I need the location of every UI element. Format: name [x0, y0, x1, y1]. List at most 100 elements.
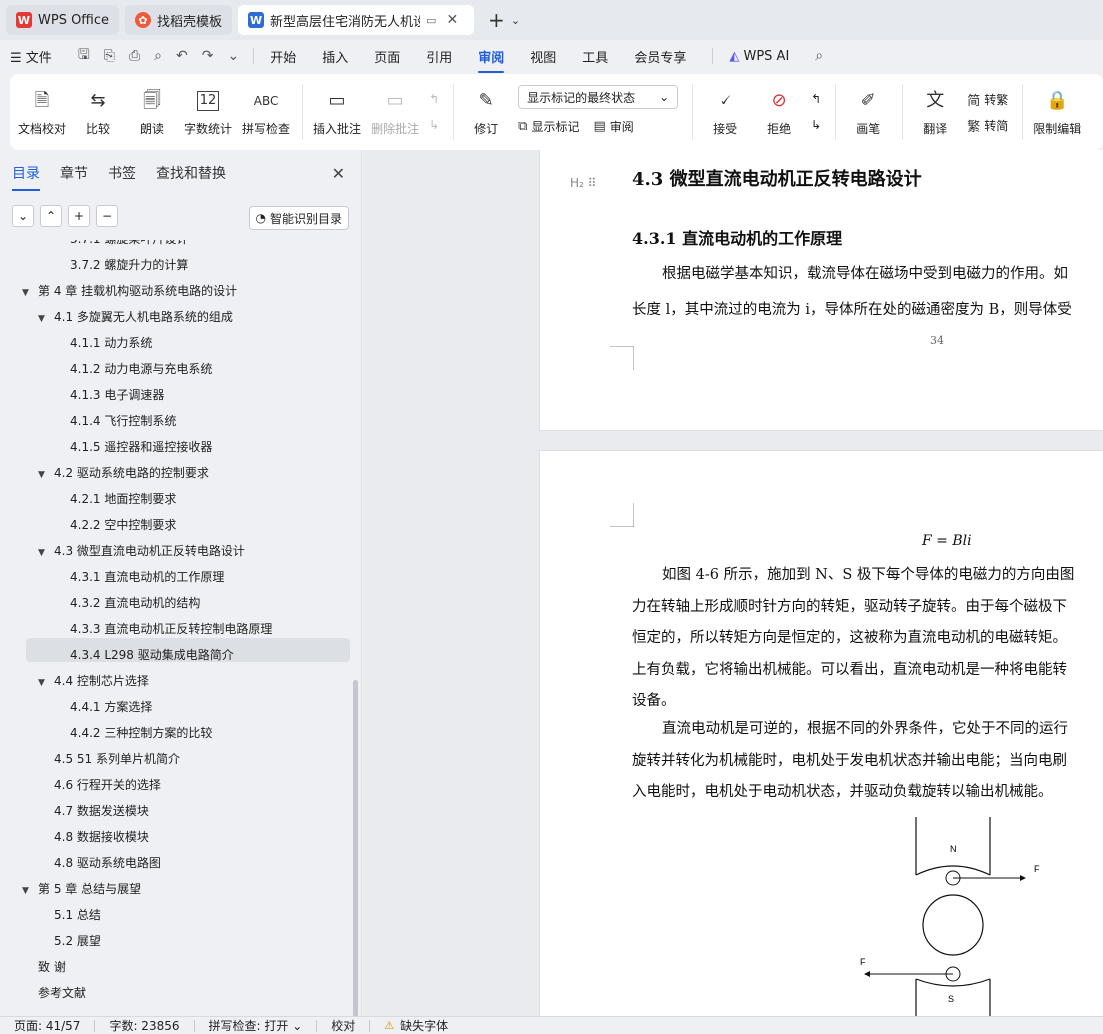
menu-page[interactable]: 页面: [374, 47, 400, 66]
chevron-down-icon[interactable]: ⌄: [511, 14, 520, 27]
toc-item[interactable]: 4.7 数据发送模块: [54, 800, 149, 822]
toc-item[interactable]: 4.3.1 直流电动机的工作原理: [70, 566, 224, 588]
toc-item[interactable]: 4.1.2 动力电源与充电系统: [70, 358, 212, 380]
wps-ai-button[interactable]: ◭ WPS AI: [729, 49, 789, 64]
prev-comment-icon[interactable]: ↰: [429, 86, 439, 112]
spell-check-status[interactable]: 拼写检查: 打开 ⌄: [209, 1017, 303, 1034]
reject-button[interactable]: ⊘ 拒绝: [757, 79, 801, 145]
toc-item[interactable]: 4.1.4 飞行控制系统: [70, 410, 176, 432]
missing-font-status[interactable]: ⚠ 缺失字体: [384, 1017, 448, 1034]
collapse-up-icon[interactable]: ⌃: [40, 205, 62, 227]
file-menu[interactable]: ☰ 文件: [10, 47, 52, 66]
menu-reference[interactable]: 引用: [426, 47, 452, 66]
toc-item[interactable]: 5.1 总结: [54, 904, 101, 926]
show-markup-button[interactable]: ⧉ 显示标记: [518, 113, 579, 139]
save-icon[interactable]: 🖫: [78, 44, 90, 68]
doc-check-button[interactable]: 🗎 文档校对: [18, 79, 66, 145]
menu-view[interactable]: 视图: [530, 47, 556, 66]
menu-member[interactable]: 会员专享: [634, 47, 686, 66]
tab-document[interactable]: W 新型高层住宅消防无人机设计 ▭ ✕: [238, 5, 475, 35]
toc-item[interactable]: ▼ 第 5 章 总结与展望: [22, 878, 141, 900]
page-indicator[interactable]: 页面: 41/57: [14, 1017, 80, 1034]
ink-button[interactable]: ✐ 画笔: [846, 79, 890, 145]
toc-item[interactable]: 4.2.2 空中控制要求: [70, 514, 176, 536]
menu-home[interactable]: 开始: [270, 47, 296, 66]
to-traditional-button[interactable]: 简转繁: [967, 86, 1008, 112]
spell-check-button[interactable]: ABC 拼写检查: [242, 79, 290, 145]
insert-comment-button[interactable]: ▭ 插入批注: [313, 79, 361, 145]
delete-comment-button[interactable]: ▭ 删除批注: [371, 79, 419, 145]
read-aloud-button[interactable]: 🗐 朗读: [130, 79, 174, 145]
revise-button[interactable]: ✎ 修订: [464, 79, 508, 145]
menu-insert[interactable]: 插入: [322, 47, 348, 66]
heading-level-icon[interactable]: H₂ ⠿: [570, 176, 596, 190]
export-icon[interactable]: ⎘: [104, 48, 115, 64]
toc-item[interactable]: 3.7.2 螺旋升力的计算: [70, 254, 188, 276]
proofread-status[interactable]: 校对: [331, 1017, 355, 1034]
toc-item[interactable]: 4.6 行程开关的选择: [54, 774, 161, 796]
toc-item[interactable]: 4.8 数据接收模块: [54, 826, 149, 848]
translate-button[interactable]: 文翻译: [913, 79, 957, 145]
add-icon[interactable]: +: [68, 205, 90, 227]
print-preview-icon[interactable]: ⌕: [154, 48, 162, 64]
remove-icon[interactable]: −: [96, 205, 118, 227]
expand-triangle-icon[interactable]: ▼: [22, 880, 38, 902]
toc-item[interactable]: 4.8 驱动系统电路图: [54, 852, 161, 874]
tab-toc[interactable]: 目录: [12, 163, 40, 191]
toc-item[interactable]: 4.1.3 电子调速器: [70, 384, 164, 406]
new-tab-icon[interactable]: +: [488, 8, 505, 32]
expand-triangle-icon[interactable]: ▼: [38, 542, 54, 564]
close-tab-icon[interactable]: ✕: [446, 12, 458, 28]
menu-tools[interactable]: 工具: [582, 47, 608, 66]
prev-change-icon[interactable]: ↰: [811, 86, 821, 112]
toc-item[interactable]: 4.1.1 动力系统: [70, 332, 152, 354]
toc-item[interactable]: 5.2 展望: [54, 930, 101, 952]
toc-item[interactable]: 4.5 51 系列单片机简介: [54, 748, 180, 770]
toc-item[interactable]: 4.1.5 遥控器和遥控接收器: [70, 436, 212, 458]
window-mode-icon[interactable]: ▭: [426, 14, 436, 27]
tab-wps-office[interactable]: W WPS Office: [6, 5, 120, 35]
toc-item[interactable]: ▼ 第 4 章 挂载机构驱动系统电路的设计: [22, 280, 237, 302]
toc-item[interactable]: 3.7.1 螺旋桨叶片设计: [70, 240, 188, 250]
expand-down-icon[interactable]: ⌄: [12, 205, 34, 227]
expand-triangle-icon[interactable]: ▼: [38, 464, 54, 486]
markup-state-select[interactable]: 显示标记的最终状态 ⌄: [518, 85, 679, 109]
scrollbar[interactable]: [353, 680, 358, 1018]
toc-item[interactable]: 4.3.2 直流电动机的结构: [70, 592, 200, 614]
chevron-down-icon[interactable]: ⌄: [227, 48, 239, 64]
review-pane-button[interactable]: ▤ 审阅: [593, 113, 633, 139]
print-icon[interactable]: ⎙: [129, 48, 140, 64]
smart-toc-button[interactable]: ◔ 智能识别目录: [248, 206, 349, 230]
close-icon[interactable]: ✕: [332, 164, 345, 183]
word-count-button[interactable]: 12 字数统计: [184, 79, 232, 145]
toc-item[interactable]: 致 谢: [38, 956, 66, 978]
restrict-edit-button[interactable]: 🔒 限制编辑: [1033, 79, 1081, 145]
next-change-icon[interactable]: ↳: [811, 112, 821, 138]
word-count-indicator[interactable]: 字数: 23856: [109, 1017, 179, 1034]
undo-icon[interactable]: ↶: [176, 48, 188, 64]
tab-chapters[interactable]: 章节: [60, 163, 88, 183]
toc-item[interactable]: 4.3.4 L298 驱动集成电路简介: [70, 644, 234, 666]
expand-triangle-icon[interactable]: ▼: [38, 308, 54, 330]
toc-item[interactable]: 4.3.3 直流电动机正反转控制电路原理: [70, 618, 272, 640]
tab-find-replace[interactable]: 查找和替换: [156, 163, 226, 183]
menu-review[interactable]: 审阅: [478, 47, 505, 73]
toc-item[interactable]: ▼ 4.2 驱动系统电路的控制要求: [38, 462, 209, 484]
compare-button[interactable]: ⇆ 比较: [76, 79, 120, 145]
toc-item[interactable]: 4.4.1 方案选择: [70, 696, 152, 718]
toc-item[interactable]: ▼ 4.4 控制芯片选择: [38, 670, 149, 692]
toc-item[interactable]: 4.2.1 地面控制要求: [70, 488, 176, 510]
toc-item[interactable]: ▼ 4.3 微型直流电动机正反转电路设计: [38, 540, 245, 562]
to-simplified-button[interactable]: 繁转简: [967, 112, 1008, 138]
tab-docer[interactable]: ✿ 找稻壳模板: [125, 5, 233, 35]
toc-item[interactable]: 4.4.2 三种控制方案的比较: [70, 722, 212, 744]
tab-bookmarks[interactable]: 书签: [108, 163, 136, 183]
redo-icon[interactable]: ↷: [202, 48, 214, 64]
toc-item[interactable]: 参考文献: [38, 982, 86, 1004]
toc-item[interactable]: ▼ 4.1 多旋翼无人机电路系统的组成: [38, 306, 233, 328]
expand-triangle-icon[interactable]: ▼: [22, 282, 38, 304]
accept-button[interactable]: 🗸 接受: [703, 79, 747, 145]
search-icon[interactable]: ⌕: [815, 48, 823, 64]
expand-triangle-icon[interactable]: ▼: [38, 672, 54, 694]
next-comment-icon[interactable]: ↳: [429, 112, 439, 138]
